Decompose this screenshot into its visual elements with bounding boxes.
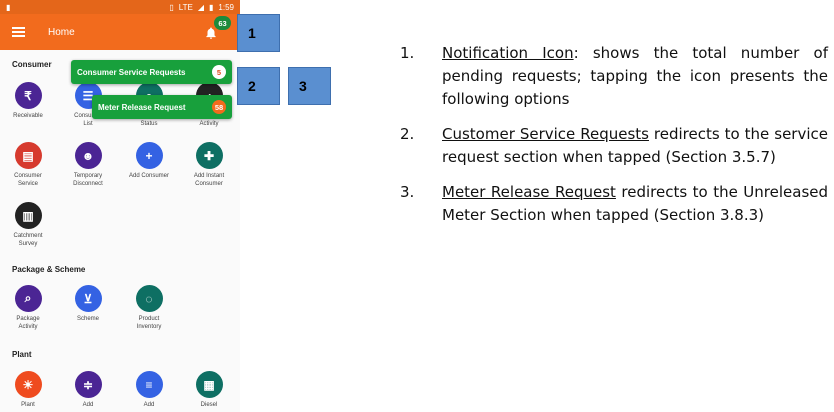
- list-item: 1. Notification Icon: shows the total nu…: [400, 42, 828, 111]
- tile-add-2[interactable]: ≡ Add: [119, 371, 179, 410]
- item-number: 1.: [400, 44, 415, 62]
- item-text: Notification Icon: shows the total numbe…: [442, 42, 828, 111]
- section-consumer: Consumer: [12, 60, 52, 69]
- battery-icon: ▮: [209, 2, 214, 12]
- list-item: 2. Customer Service Requests redirects t…: [400, 123, 828, 169]
- tile-add-instant-consumer[interactable]: ✚ Add Instant Consumer: [179, 142, 239, 188]
- tile-label: Consumer Service: [14, 173, 42, 187]
- tile-add-consumer[interactable]: + Add Consumer: [119, 142, 179, 181]
- sim-icon: ▮: [6, 2, 11, 12]
- option-label: Meter Release Request: [98, 102, 186, 112]
- consumer-service-requests-option[interactable]: Consumer Service Requests 5: [71, 60, 232, 84]
- tile-label: Add: [82, 402, 94, 408]
- meter-release-request-option[interactable]: Meter Release Request 58: [92, 95, 232, 119]
- tile-label: Add: [143, 402, 155, 408]
- tile-consumer-service[interactable]: ▤ Consumer Service: [0, 142, 58, 188]
- network-label: LTE: [178, 2, 193, 12]
- page-title: Home: [48, 26, 75, 38]
- tile-label: Product Inventory: [136, 316, 162, 330]
- tile-label: Add Consumer: [128, 173, 170, 179]
- item-key: Meter Release Request: [442, 183, 616, 201]
- tile-product-inventory[interactable]: ◌ Product Inventory: [119, 285, 179, 331]
- cart-icon: ⊻: [74, 285, 102, 312]
- signal-icon: ◢: [197, 2, 205, 12]
- status-time: 1:59: [218, 2, 234, 12]
- service-requests-count-badge: 5: [212, 65, 226, 79]
- add-person-icon: ✚: [195, 142, 223, 169]
- tile-scheme[interactable]: ⊻ Scheme: [58, 285, 118, 324]
- tile-label: Package Activity: [16, 316, 40, 330]
- calculator-icon: ▦: [195, 371, 223, 398]
- notification-count-badge: 63: [214, 16, 231, 30]
- item-key: Customer Service Requests: [442, 125, 649, 143]
- vibrate-icon: ▯: [169, 2, 174, 12]
- bar-chart-icon: ▥: [14, 202, 42, 229]
- service-icon: ▤: [14, 142, 42, 169]
- tile-package-activity[interactable]: ⌕ Package Activity: [0, 285, 58, 331]
- tile-catchment-survey[interactable]: ▥ Catchment Survey: [0, 202, 58, 248]
- sun-icon: ☀: [14, 371, 42, 398]
- person-icon: ☻: [74, 142, 102, 169]
- playlist-add-icon: ≡: [135, 371, 163, 398]
- tile-label: Diesel: [200, 402, 218, 408]
- tile-label: Catchment Survey: [13, 233, 43, 247]
- item-number: 3.: [400, 183, 415, 201]
- item-key: Notification Icon: [442, 44, 574, 62]
- sliders-icon: ≑: [74, 371, 102, 398]
- callout-marker-3: 3: [288, 67, 331, 105]
- tile-label: Receivable: [13, 113, 43, 119]
- menu-icon[interactable]: [12, 26, 25, 38]
- meter-release-count-badge: 58: [212, 100, 226, 114]
- package-search-icon: ⌕: [14, 285, 42, 312]
- tile-receivable[interactable]: ₹ Receivable: [0, 82, 58, 121]
- option-label: Consumer Service Requests: [77, 67, 186, 77]
- tile-label: Plant: [21, 402, 35, 408]
- tile-temporary-disconnect[interactable]: ☻ Temporary Disconnect: [58, 142, 118, 188]
- rupee-icon: ₹: [14, 82, 42, 109]
- list-item: 3. Meter Release Request redirects to th…: [400, 181, 828, 227]
- callout-marker-2: 2: [237, 67, 280, 105]
- phone-screen: ▮ ▯ LTE ◢ ▮ 1:59 Home 63 Consumer ₹ Rece…: [0, 0, 240, 412]
- section-package-scheme: Package & Scheme: [12, 265, 86, 274]
- item-number: 2.: [400, 125, 415, 143]
- explanation-list: 1. Notification Icon: shows the total nu…: [400, 42, 828, 239]
- section-plant: Plant: [12, 350, 32, 359]
- tile-plant[interactable]: ☀ Plant: [0, 371, 58, 410]
- item-text: Meter Release Request redirects to the U…: [442, 181, 828, 227]
- tile-diesel[interactable]: ▦ Diesel: [179, 371, 239, 410]
- tile-label: Add Instant Consumer: [193, 173, 225, 187]
- tile-label: Temporary Disconnect: [73, 173, 103, 187]
- refresh-icon: ◌: [135, 285, 163, 312]
- item-text: Customer Service Requests redirects to t…: [442, 123, 828, 169]
- add-people-icon: +: [135, 142, 163, 169]
- callout-marker-1: 1: [237, 14, 280, 52]
- tile-add-1[interactable]: ≑ Add: [58, 371, 118, 410]
- status-bar: ▮ ▯ LTE ◢ ▮ 1:59: [0, 0, 240, 14]
- tile-label: Scheme: [76, 316, 99, 322]
